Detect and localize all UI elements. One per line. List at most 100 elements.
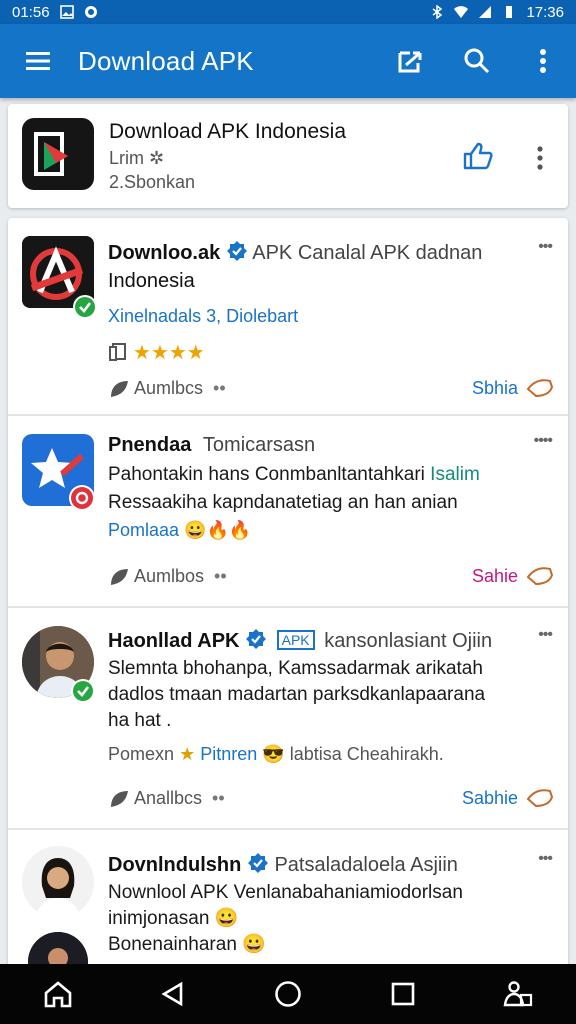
body-line: dadlos tmaan madartan parksdkanlapaarana [108, 684, 486, 705]
post-overflow-icon[interactable]: •••• [534, 432, 553, 450]
thumbs-up-icon [463, 142, 493, 170]
like-label[interactable]: Aumlbcs [134, 378, 203, 399]
post-overflow-icon[interactable]: ••• [538, 850, 553, 868]
like-label[interactable]: Anallbcs [134, 788, 202, 809]
app-logo [22, 118, 94, 190]
feed-post[interactable]: Haonllad APK APK kansonlasiant Ojiin •••… [8, 608, 568, 828]
author-detail: Tomicarsasn [202, 434, 316, 456]
like-icon[interactable] [108, 787, 130, 809]
more-dots-icon[interactable]: •• [212, 788, 225, 809]
share-label[interactable]: Sbhia [472, 378, 518, 399]
home-icon [44, 981, 71, 1008]
status-time-left: 01:56 [12, 3, 50, 21]
share-label[interactable]: Sahie [472, 566, 518, 587]
app-bar: Download APK [0, 24, 576, 98]
hamburger-menu-icon [26, 52, 50, 70]
verified-check-icon [73, 295, 97, 319]
apk-badge: APK [276, 630, 315, 650]
accessibility-icon [503, 981, 533, 1007]
search-icon [464, 48, 490, 74]
share-hand-icon[interactable] [526, 377, 554, 399]
app-meta-line1: Lrim ✲ [109, 148, 165, 168]
post-overflow-icon[interactable]: ••• [538, 626, 553, 644]
feed-post[interactable]: Dovnlndulshn Patsaladaloela Asjiin ••• N… [8, 830, 568, 978]
share-icon [398, 51, 422, 73]
author-detail: kansonlasiant Ojiin [324, 630, 493, 652]
post-actions: Aumlbos •• Sahie [108, 562, 554, 590]
post-author: Dovnlndulshn Patsaladaloela Asjiin [108, 852, 458, 877]
meta-text: labtisa Cheahirakh. [289, 744, 444, 764]
post-author: Downloo.ak APK Canalal APK dadnan [108, 240, 482, 265]
wifi-icon [454, 6, 469, 18]
body-line: inimjonasan 😀 [108, 908, 239, 929]
author-name: Haonllad APK [108, 630, 240, 652]
author-name: Downloo.ak [108, 242, 221, 264]
play-logo-icon [34, 132, 68, 176]
app-overflow-button[interactable] [522, 138, 558, 178]
author-name: Pnendaa [108, 434, 192, 456]
recents-icon [391, 982, 415, 1006]
feed-list: Downloo.ak APK Canalal APK dadnan Indone… [8, 218, 568, 978]
hamburger-menu-button[interactable] [0, 24, 78, 98]
body-link[interactable]: Isalim [430, 464, 480, 485]
like-icon[interactable] [108, 377, 130, 399]
post-actions: Aumlbcs •• Sbhia [108, 374, 554, 402]
star-icon: ★ [179, 744, 196, 764]
author-line2: Indonesia [108, 270, 195, 292]
share-button[interactable] [378, 24, 444, 98]
overflow-menu-button[interactable] [510, 24, 576, 98]
sync-notification-icon [84, 6, 97, 18]
nav-home-circle-button[interactable] [258, 964, 318, 1024]
author-name: Dovnlndulshn [108, 854, 242, 876]
app-meta-line2: 2.Sbonkan [109, 172, 196, 192]
copy-icon [109, 343, 126, 361]
body-line: Slemnta bhohanpa, Kamssadarmak arikatah [108, 658, 483, 679]
verified-badge-icon [247, 853, 268, 873]
status-time-right: 17:36 [526, 3, 564, 21]
post-author: Pnendaa Tomicarsasn [108, 434, 315, 457]
emoji-icon: 😎 [262, 744, 285, 764]
author-detail: Patsaladaloela Asjiin [274, 854, 458, 876]
overflow-menu-icon [540, 49, 546, 73]
search-button[interactable] [444, 24, 510, 98]
bluetooth-icon [433, 5, 443, 19]
post-actions: Anallbcs •• Sabhie [108, 784, 554, 812]
system-nav-bar [0, 964, 576, 1024]
nav-back-button[interactable] [143, 964, 203, 1024]
verified-badge-icon [226, 241, 247, 261]
post-author: Haonllad APK APK kansonlasiant Ojiin [108, 628, 492, 653]
nav-accessibility-button[interactable] [488, 964, 548, 1024]
share-label[interactable]: Sabhie [462, 788, 518, 809]
app-name: Download APK Indonesia [109, 120, 346, 143]
post-overflow-icon[interactable]: ••• [538, 238, 553, 256]
body-line: Ressaakiha kapndanatetiag an han anian [108, 492, 458, 513]
post-avatar [22, 846, 94, 918]
author-detail: APK Canalal APK dadnan [252, 242, 483, 264]
vertical-dots-icon [537, 146, 543, 170]
share-hand-icon[interactable] [526, 787, 554, 809]
app-info-card[interactable]: Download APK Indonesia Lrim ✲ 2.Sbonkan [8, 104, 568, 208]
more-dots-icon[interactable]: •• [214, 566, 227, 587]
post-meta[interactable]: Pomlaaa 😀🔥🔥 [108, 520, 251, 541]
verified-badge-icon [246, 629, 267, 649]
post-subtitle[interactable]: Xinelnadals 3, Diolebart [108, 306, 298, 327]
feed-post[interactable]: Pnendaa Tomicarsasn •••• Pahontakin hans… [8, 416, 568, 606]
status-bar: 01:56 17:36 [0, 0, 576, 24]
body-line: Bonenainharan 😀 [108, 934, 266, 955]
like-app-button[interactable] [456, 136, 500, 176]
feed-post[interactable]: Downloo.ak APK Canalal APK dadnan Indone… [8, 218, 568, 414]
share-hand-icon[interactable] [526, 565, 554, 587]
post-body: Pahontakin hans Conmbanltantahkari Isali… [108, 462, 538, 488]
home-circle-icon [275, 981, 301, 1007]
body-line: ha hat . [108, 710, 172, 731]
meta-author: Pomexn [108, 744, 175, 764]
meta-link[interactable]: Pitnren [200, 744, 257, 764]
like-icon[interactable] [108, 565, 130, 587]
nav-home-button[interactable] [28, 964, 88, 1024]
app-bar-title: Download APK [78, 45, 254, 76]
nav-recents-button[interactable] [373, 964, 433, 1024]
record-badge-icon [69, 485, 95, 511]
more-dots-icon[interactable]: •• [213, 378, 226, 399]
rating-row: ★★★★ [108, 340, 205, 365]
like-label[interactable]: Aumlbos [134, 566, 204, 587]
